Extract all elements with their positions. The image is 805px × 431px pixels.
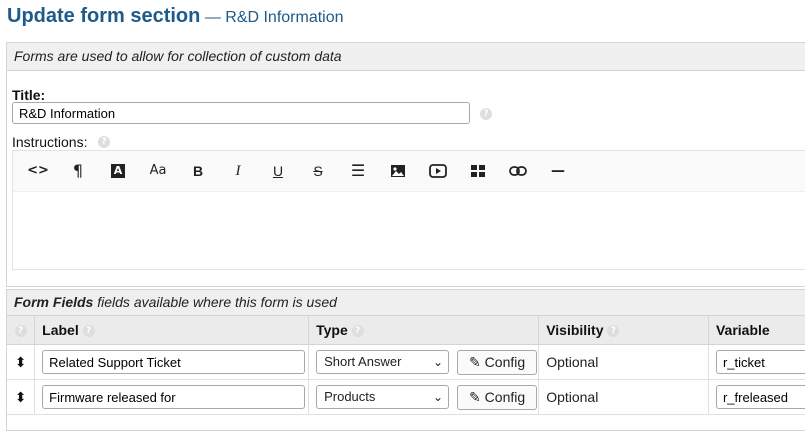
instructions-help-icon[interactable]: ?: [98, 136, 110, 148]
label-cell: [34, 344, 310, 380]
table-row: ⬍ Short Answer ⌄ ✎ Config Optional: [7, 344, 805, 380]
visibility-help-icon[interactable]: ?: [607, 325, 620, 338]
edit-icon: ✎: [469, 353, 481, 370]
field-type-select[interactable]: Products ⌄: [316, 385, 450, 409]
drag-help-icon[interactable]: ?: [14, 325, 27, 338]
horizontal-rule-icon[interactable]: —: [546, 161, 570, 181]
page-title-subtitle: — R&D Information: [204, 9, 344, 26]
title-help-icon[interactable]: ?: [480, 108, 492, 120]
link-icon[interactable]: [506, 161, 530, 181]
form-section-panel: Forms are used to allow for collection o…: [6, 42, 805, 287]
chevron-down-icon: ⌄: [433, 390, 444, 404]
drag-handle-icon[interactable]: ⬍: [7, 344, 36, 380]
edit-icon: ✎: [469, 388, 481, 405]
image-icon[interactable]: [386, 161, 410, 181]
form-fields-header: Form Fields fields available where this …: [7, 290, 805, 316]
type-cell: Products ⌄ ✎ Config: [308, 379, 540, 415]
field-label-input[interactable]: [42, 350, 306, 374]
editor-toolbar: <> ¶ A Aa B I U S ☰ —: [13, 151, 805, 192]
config-button[interactable]: ✎ Config: [457, 384, 538, 410]
drag-column-header: ?: [7, 316, 36, 345]
form-fields-subtitle: fields available where this form is used: [97, 294, 337, 310]
form-fields-title: Form Fields: [14, 294, 94, 310]
instructions-label: Instructions:: [12, 134, 88, 150]
underline-icon[interactable]: U: [266, 161, 290, 181]
page-title-main: Update form section: [7, 5, 201, 27]
instructions-editor[interactable]: <> ¶ A Aa B I U S ☰ —: [12, 150, 805, 270]
table-header-row: ? Label ? Type ? Visibility ? Variable: [7, 316, 805, 345]
text-color-icon[interactable]: A: [106, 161, 130, 181]
italic-icon[interactable]: I: [226, 161, 250, 181]
field-type-select[interactable]: Short Answer ⌄: [316, 350, 450, 374]
variable-input[interactable]: [715, 350, 805, 374]
type-cell: Short Answer ⌄ ✎ Config: [308, 344, 540, 380]
list-icon[interactable]: ☰: [346, 161, 370, 181]
variable-input[interactable]: [715, 385, 805, 409]
variable-column-header: Variable: [708, 316, 805, 345]
video-icon[interactable]: [426, 161, 450, 181]
type-help-icon[interactable]: ?: [351, 325, 364, 338]
variable-cell: [708, 344, 805, 380]
table-row: ⬍ Products ⌄ ✎ Config Optional: [7, 379, 805, 415]
font-size-icon[interactable]: Aa: [146, 161, 170, 181]
strikethrough-icon[interactable]: S: [306, 161, 330, 181]
variable-cell: [708, 379, 805, 415]
label-cell: [34, 379, 310, 415]
drag-handle-icon[interactable]: ⬍: [7, 379, 36, 415]
title-label: Title:: [12, 87, 46, 103]
label-column-header: Label ?: [34, 316, 310, 345]
form-description: Forms are used to allow for collection o…: [7, 43, 805, 71]
chevron-down-icon: ⌄: [433, 355, 444, 369]
table-icon[interactable]: [466, 161, 490, 181]
form-fields-panel: Form Fields fields available where this …: [6, 289, 805, 431]
form-fields-table: ? Label ? Type ? Visibility ? Variable ⬍…: [7, 316, 805, 415]
config-button[interactable]: ✎ Config: [457, 349, 538, 375]
visibility-cell[interactable]: Optional: [538, 379, 709, 415]
visibility-cell[interactable]: Optional: [538, 344, 709, 380]
label-help-icon[interactable]: ?: [82, 325, 95, 338]
type-column-header: Type ?: [308, 316, 540, 345]
bold-icon[interactable]: B: [186, 161, 210, 181]
paragraph-icon[interactable]: ¶: [66, 161, 90, 181]
code-icon[interactable]: <>: [26, 161, 50, 181]
page-title: Update form section — R&D Information: [7, 5, 344, 28]
field-label-input[interactable]: [42, 385, 306, 409]
title-input[interactable]: [12, 102, 470, 124]
visibility-column-header: Visibility ?: [538, 316, 709, 345]
